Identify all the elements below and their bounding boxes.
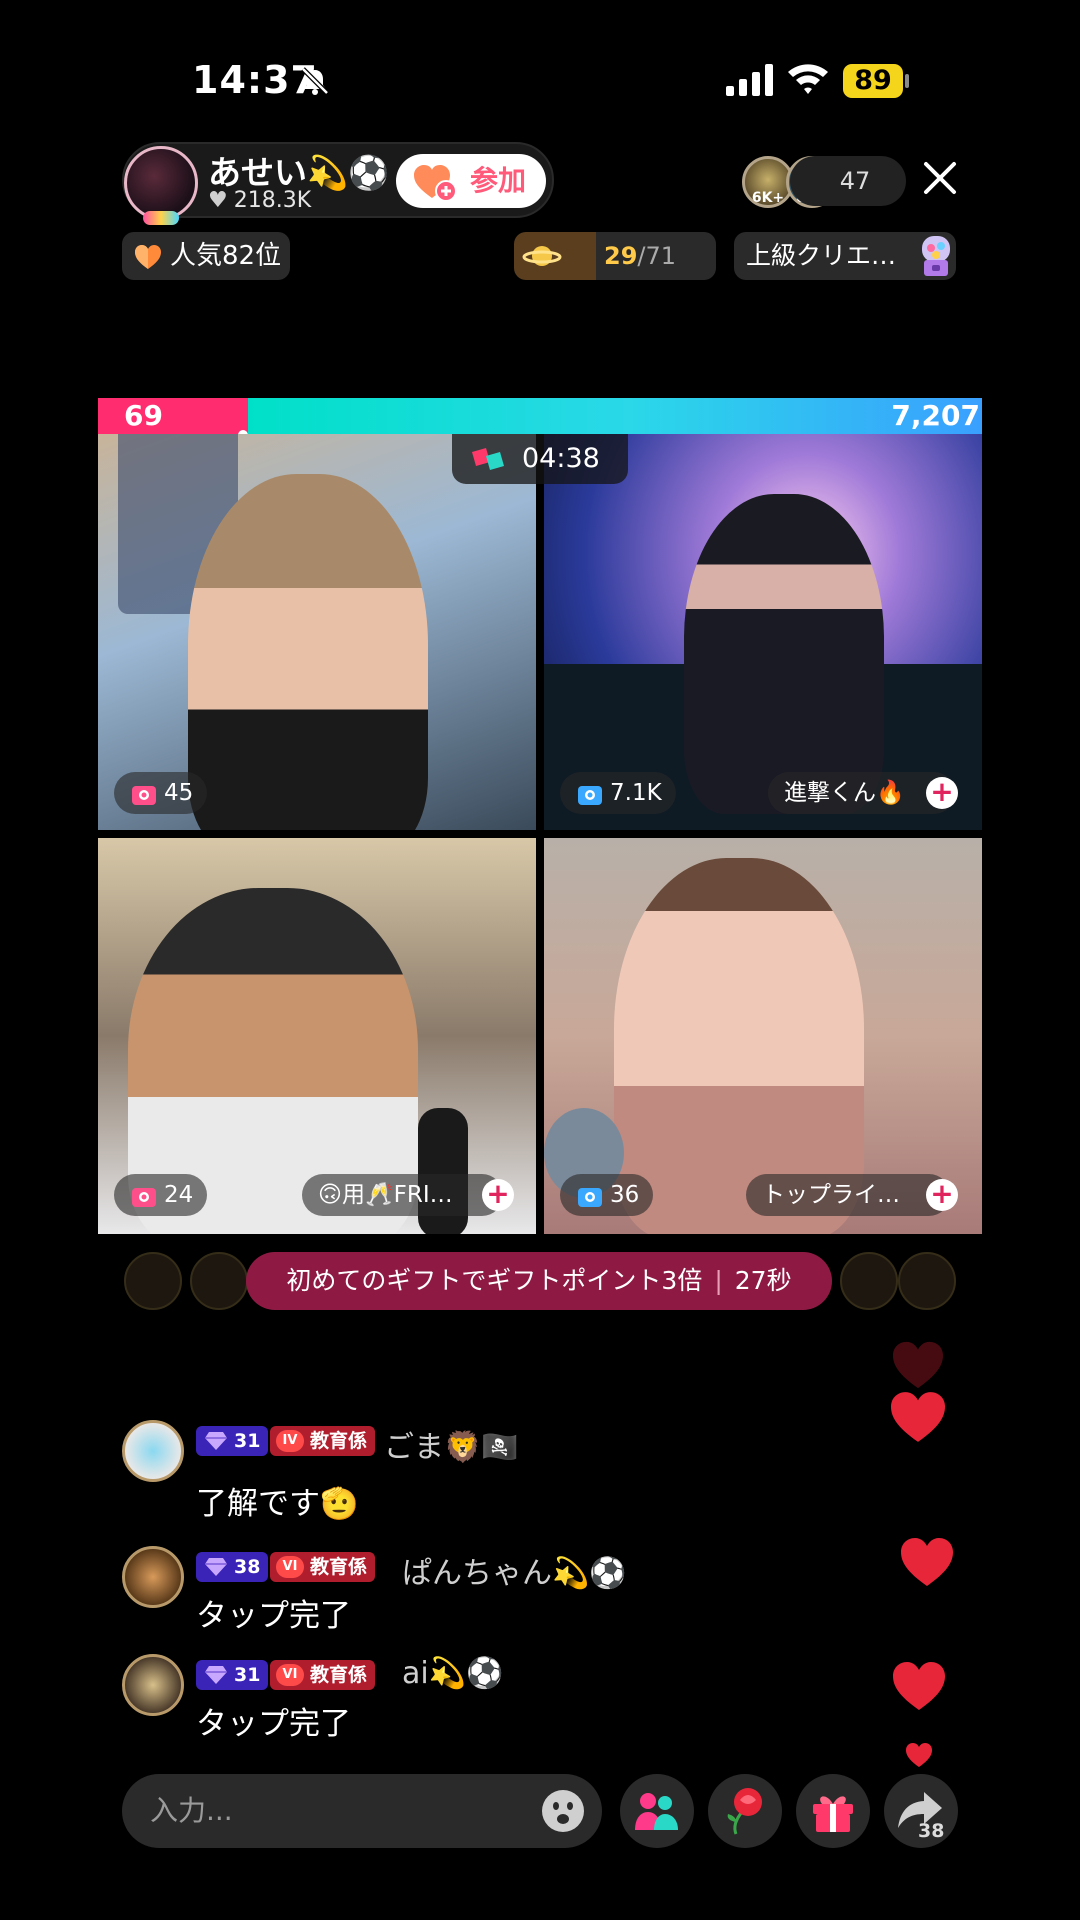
comment-username[interactable]: ai💫⚽ [402,1656,503,1691]
mute-icon [301,67,329,95]
heart-icon [891,1392,945,1442]
wifi-icon [788,64,828,94]
gem-icon [205,1558,227,1576]
heart-icon [901,1538,953,1586]
heart-plus-icon [414,165,457,202]
gifter-avatar[interactable] [898,1252,956,1310]
comment-avatar[interactable] [122,1420,184,1482]
tile-4-name[interactable]: トップライ… [746,1174,950,1216]
viewer-count[interactable]: 47 [790,156,906,206]
promo-text: 初めてのギフトでギフトポイント3倍 [286,1266,703,1295]
heart-icon [906,1743,932,1767]
host-name[interactable]: あせい💫⚽ [208,146,389,194]
comment-text: 了解です🫡 [196,1486,359,1522]
host-likes-count: 218.3K [233,188,312,213]
plus-icon[interactable]: + [926,1179,958,1211]
gift-box-icon [132,1188,156,1207]
plus-icon[interactable]: + [926,777,958,809]
planet-icon [522,246,562,266]
emoji-icon[interactable] [540,1788,586,1834]
promo-banner[interactable]: 初めてのギフトでギフトポイント3倍 | 27秒 [246,1252,832,1310]
gem-icon [205,1666,227,1684]
heart-icon [893,1662,945,1710]
gift-box-icon [132,786,156,805]
video-tile-2[interactable] [544,434,982,830]
promo-countdown: 27秒 [734,1266,792,1295]
gacha-icon[interactable] [918,234,954,278]
heart-icon [893,1341,943,1389]
share-count: 38 [918,1820,945,1842]
promo-separator: | [714,1266,723,1295]
tile-3-score: 24 [114,1174,208,1216]
comment-avatar[interactable] [122,1546,184,1608]
gift-box-icon [578,1188,602,1207]
comment-avatar[interactable] [122,1654,184,1716]
role-tier-tag: VI [276,1664,304,1686]
gem-icon [205,1432,227,1450]
goal-total: /71 [637,242,677,270]
rose-icon [727,1788,762,1835]
comment-username[interactable]: ぱんちゃん💫⚽ [402,1548,627,1592]
guests-icon [635,1793,678,1830]
tile-3-name[interactable]: 🙃用🥂FRI… [302,1174,503,1216]
video-tile-1[interactable] [98,434,536,830]
host-avatar[interactable] [124,146,198,225]
gifter-avatar[interactable] [840,1252,898,1310]
tile-1-score: 45 [114,772,208,814]
gifter-avatar[interactable] [124,1252,182,1310]
tile-4-score: 36 [560,1174,654,1216]
goal-current: 29 [604,242,638,270]
gift-icon [813,1796,853,1832]
heart-icon: ♥ [208,188,228,213]
status-bar: 14:37 89 [0,0,1080,160]
plus-icon[interactable]: + [482,1179,514,1211]
role-tier-tag: IV [276,1430,304,1452]
battle-right-score: 7,207 [891,399,980,432]
comment-username[interactable]: ごま🦁🏴‍☠️ [384,1422,519,1466]
gifter-avatar[interactable] [190,1252,248,1310]
battery-indicator: 89 [843,64,903,98]
battle-left-score: 69 [124,399,163,432]
signal-icon [726,64,773,96]
comment-text: タップ完了 [196,1706,351,1742]
battery-nub [905,74,909,88]
close-icon[interactable] [920,158,960,198]
role-tier-tag: VI [276,1556,304,1578]
comment-input-placeholder: 入力... [150,1794,233,1827]
heart-icon [135,245,161,269]
versus-icon [472,448,504,470]
battle-score-bar [98,398,982,434]
gift-box-icon [578,786,602,805]
comment-text: タップ完了 [196,1598,351,1634]
host-likes: ♥ 218.3K [208,188,311,213]
